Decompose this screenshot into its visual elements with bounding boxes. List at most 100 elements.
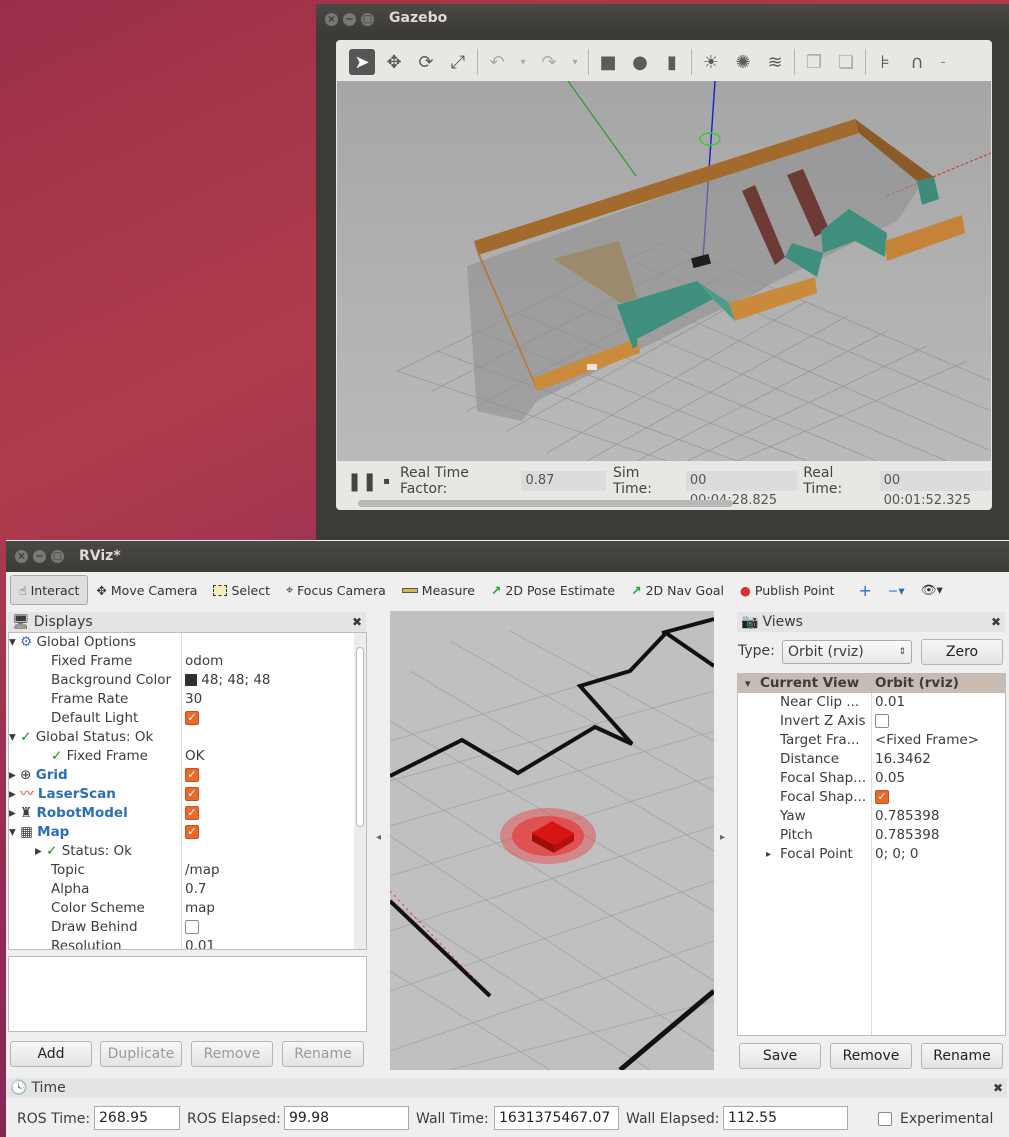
redo-icon[interactable]: ↷	[536, 49, 562, 75]
maximize-icon[interactable]: □	[51, 550, 64, 563]
select-mode-icon[interactable]: ➤	[349, 49, 375, 75]
rviz-3d-viewport[interactable]	[390, 611, 714, 1070]
expand-arrow-icon[interactable]: ▾	[9, 729, 16, 745]
close-panel-icon[interactable]: ✖	[352, 615, 362, 629]
view-options-icon[interactable]: 👁▾	[913, 575, 951, 605]
tree-row[interactable]: ▾ ⚙ Global Options	[9, 633, 366, 652]
scale-icon[interactable]: ⤢	[445, 49, 471, 75]
save-view-button[interactable]: Save	[739, 1043, 821, 1069]
minimize-icon[interactable]: −	[33, 550, 46, 563]
redo-dropdown-icon[interactable]: ▾	[568, 49, 582, 75]
rotate-icon[interactable]: ⟳	[413, 49, 439, 75]
displays-scrollbar[interactable]	[354, 633, 366, 949]
ros-elapsed-field[interactable]: 99.98	[284, 1106, 409, 1130]
close-icon[interactable]: ×	[325, 13, 338, 26]
wall-elapsed-field[interactable]: 112.55	[723, 1106, 848, 1130]
maximize-icon[interactable]: □	[361, 13, 374, 26]
box-shape-icon[interactable]: ■	[595, 49, 621, 75]
tree-row[interactable]: ▾ ✓ Global Status: Ok	[9, 728, 366, 747]
tree-row[interactable]: ▸ ⊕ Grid ✓	[9, 766, 366, 785]
copy-icon[interactable]: ❐	[801, 49, 827, 75]
paste-icon[interactable]: ❏	[833, 49, 859, 75]
expand-arrow-icon[interactable]: ▾	[745, 674, 751, 693]
add-tool-button[interactable]: +	[850, 575, 879, 605]
tool-focus-camera[interactable]: ⌖ Focus Camera	[278, 575, 394, 605]
rename-button[interactable]: Rename	[282, 1041, 364, 1067]
step-icon[interactable]: ▪	[383, 476, 390, 487]
rename-view-button[interactable]: Rename	[921, 1043, 1003, 1069]
pause-icon[interactable]: ❚❚	[347, 471, 377, 492]
translate-icon[interactable]: ✥	[381, 49, 407, 75]
remove-tool-button[interactable]: −▾	[880, 575, 913, 605]
directional-light-icon[interactable]: ≋	[762, 49, 788, 75]
focal-shape-checkbox[interactable]: ✓	[875, 790, 889, 804]
spot-light-icon[interactable]: ✺	[730, 49, 756, 75]
tree-row[interactable]: Frame Rate 30	[9, 690, 366, 709]
views-tree[interactable]: ▾ Current View Orbit (rviz) Near Clip ..…	[737, 673, 1006, 1036]
view-row[interactable]: Near Clip ... 0.01	[738, 693, 1005, 712]
tree-row[interactable]: ▸ ✓ Status: Ok	[9, 842, 366, 861]
right-splitter-arrow-icon[interactable]: ▸	[720, 832, 725, 843]
wall-time-field[interactable]: 1631375467.07	[494, 1106, 619, 1130]
collapse-arrow-icon[interactable]: ▸	[35, 843, 42, 859]
remove-button[interactable]: Remove	[191, 1041, 273, 1067]
view-row[interactable]: Target Fra... <Fixed Frame>	[738, 731, 1005, 750]
default-light-checkbox[interactable]: ✓	[185, 711, 199, 725]
tree-row[interactable]: Resolution 0.01	[9, 937, 366, 949]
view-row[interactable]: Pitch 0.785398	[738, 826, 1005, 845]
view-row[interactable]: Distance 16.3462	[738, 750, 1005, 769]
laserscan-checkbox[interactable]: ✓	[185, 787, 199, 801]
sphere-shape-icon[interactable]: ●	[627, 49, 653, 75]
gazebo-horizontal-scrollbar[interactable]	[358, 500, 733, 507]
robotmodel-checkbox[interactable]: ✓	[185, 806, 199, 820]
align-icon[interactable]: ⊧	[872, 49, 898, 75]
cylinder-shape-icon[interactable]: ▮	[659, 49, 685, 75]
add-button[interactable]: Add	[10, 1041, 92, 1067]
scrollbar-thumb[interactable]	[356, 647, 364, 827]
map-checkbox[interactable]: ✓	[185, 825, 199, 839]
view-row[interactable]: Focal Shap... ✓	[738, 788, 1005, 807]
duplicate-button[interactable]: Duplicate	[100, 1041, 182, 1067]
view-row[interactable]: ▸ Focal Point 0; 0; 0	[738, 845, 1005, 864]
tree-row[interactable]: Fixed Frame odom	[9, 652, 366, 671]
magnet-icon[interactable]: ∩	[904, 49, 930, 75]
expand-arrow-icon[interactable]: ▾	[9, 824, 16, 840]
tree-row[interactable]: Draw Behind	[9, 918, 366, 937]
tool-2d-pose-estimate[interactable]: ↗ 2D Pose Estimate	[483, 575, 623, 605]
tree-row[interactable]: ▸ 〰 LaserScan ✓	[9, 785, 366, 804]
close-icon[interactable]: ×	[15, 550, 28, 563]
tree-row[interactable]: ✓ Fixed Frame OK	[9, 747, 366, 766]
tree-row[interactable]: ▾ ▦ Map ✓	[9, 823, 366, 842]
tree-row[interactable]: Topic/map	[9, 861, 366, 880]
tool-interact[interactable]: ☝ Interact	[10, 575, 89, 605]
left-splitter-arrow-icon[interactable]: ◂	[376, 832, 381, 843]
collapse-arrow-icon[interactable]: ▸	[9, 786, 16, 802]
invert-z-checkbox[interactable]	[875, 714, 889, 728]
experimental-checkbox[interactable]	[878, 1112, 892, 1126]
tree-row[interactable]: Color Scheme map	[9, 899, 366, 918]
expand-arrow-icon[interactable]: ▾	[9, 634, 16, 650]
collapse-arrow-icon[interactable]: ▸	[9, 767, 16, 783]
tool-publish-point[interactable]: ● Publish Point	[732, 575, 843, 605]
view-row[interactable]: Yaw 0.785398	[738, 807, 1005, 826]
collapse-arrow-icon[interactable]: ▸	[766, 845, 771, 864]
tree-row[interactable]: Alpha 0.7	[9, 880, 366, 899]
tool-2d-nav-goal[interactable]: ↗ 2D Nav Goal	[623, 575, 732, 605]
view-row[interactable]: Focal Shap... 0.05	[738, 769, 1005, 788]
undo-dropdown-icon[interactable]: ▾	[516, 49, 530, 75]
grid-checkbox[interactable]: ✓	[185, 768, 199, 782]
minimize-icon[interactable]: −	[343, 13, 356, 26]
close-panel-icon[interactable]: ✖	[993, 1081, 1003, 1095]
displays-tree[interactable]: ▾ ⚙ Global Options Fixed Frame odom Backg…	[8, 632, 367, 950]
tool-measure[interactable]: Measure	[394, 575, 483, 605]
point-light-icon[interactable]: ☀	[698, 49, 724, 75]
view-type-select[interactable]: Orbit (rviz) ⇕	[782, 640, 912, 664]
close-panel-icon[interactable]: ✖	[991, 615, 1001, 629]
view-row[interactable]: Invert Z Axis	[738, 712, 1005, 731]
tree-row[interactable]: Default Light ✓	[9, 709, 366, 728]
collapse-arrow-icon[interactable]: ▸	[9, 805, 16, 821]
gazebo-3d-viewport[interactable]	[337, 81, 991, 461]
undo-icon[interactable]: ↶	[484, 49, 510, 75]
tree-row[interactable]: Background Color 48; 48; 48	[9, 671, 366, 690]
zero-button[interactable]: Zero	[921, 639, 1003, 665]
